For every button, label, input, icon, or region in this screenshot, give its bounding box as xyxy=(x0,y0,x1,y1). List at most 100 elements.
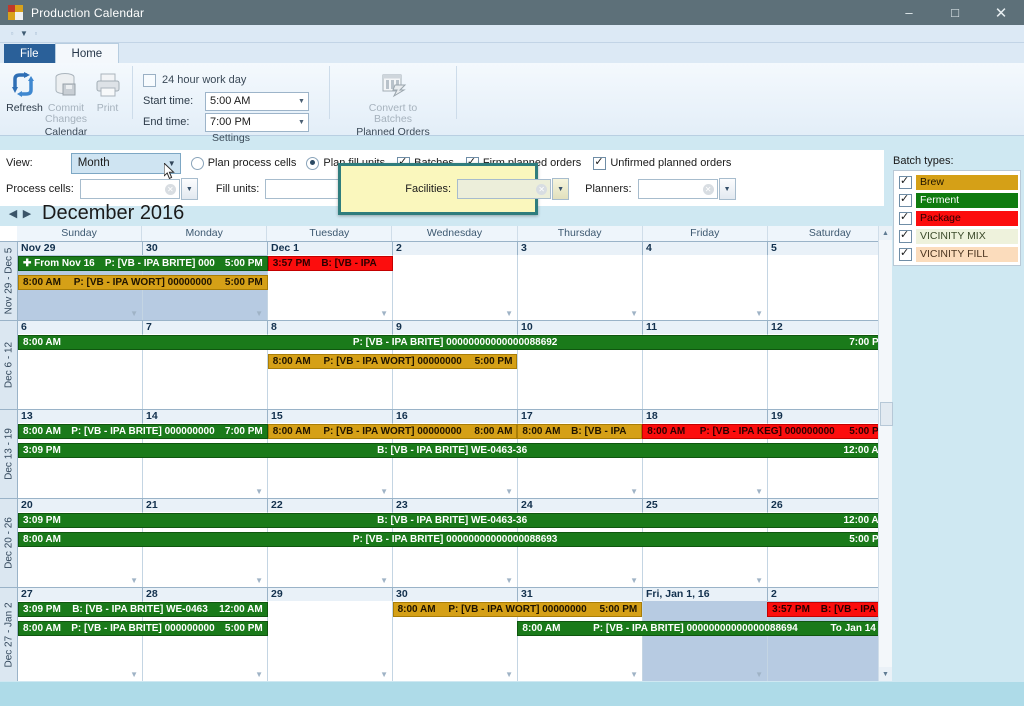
previous-month-button[interactable]: ◀ xyxy=(6,207,20,220)
day-number[interactable]: 19 xyxy=(768,410,892,423)
calendar-event-ferment[interactable]: 8:00 AMP: [VB - IPA BRITE] 0000000005:00… xyxy=(18,621,268,636)
calendar-event-ferment[interactable]: 8:00 AMP: [VB - IPA BRITE] 0000000007:00… xyxy=(18,424,268,439)
tab-home[interactable]: Home xyxy=(55,43,120,63)
more-events-icon[interactable]: ▼ xyxy=(505,309,513,318)
day-number[interactable]: 9 xyxy=(393,321,518,334)
process-cells-input[interactable]: ✕ xyxy=(80,179,180,199)
more-events-icon[interactable]: ▼ xyxy=(505,487,513,496)
day-number[interactable]: 13 xyxy=(18,410,143,423)
more-events-icon[interactable]: ▼ xyxy=(755,309,763,318)
scroll-down-button[interactable]: ▼ xyxy=(879,667,892,681)
batch-type-row-vicinity-mix[interactable]: VICINITY MIX xyxy=(896,228,1018,244)
day-number[interactable]: 26 xyxy=(768,499,892,512)
day-number[interactable]: Nov 29 xyxy=(18,242,143,255)
tab-file[interactable]: File xyxy=(4,44,55,63)
refresh-button[interactable]: Refresh xyxy=(4,66,45,114)
next-month-button[interactable]: ▶ xyxy=(20,207,34,220)
day-number[interactable]: 20 xyxy=(18,499,143,512)
day-number[interactable]: 4 xyxy=(643,242,768,255)
day-number[interactable]: 15 xyxy=(268,410,393,423)
more-events-icon[interactable]: ▼ xyxy=(255,576,263,585)
calendar-event-ferment[interactable]: 8:00 AMP: [VB - IPA BRITE] 0000000000000… xyxy=(517,621,892,636)
calendar-event-brew[interactable]: 8:00 AMP: [VB - IPA WORT] 000000005:00 P… xyxy=(393,602,643,617)
end-time-combo[interactable]: 7:00 PM ▼ xyxy=(205,113,309,132)
calendar-event-ferment[interactable]: 3:09 PMB: [VB - IPA BRITE] WE-046312:00 … xyxy=(18,602,268,617)
qat-dropdown-icon[interactable]: ▼ xyxy=(20,29,28,38)
calendar-event-brew[interactable]: 8:00 AMP: [VB - IPA WORT] 000000008:00 A… xyxy=(268,424,518,439)
more-events-icon[interactable]: ▼ xyxy=(630,487,638,496)
more-events-icon[interactable]: ▼ xyxy=(755,576,763,585)
calendar-event-brew[interactable]: 8:00 AMP: [VB - IPA WORT] 000000005:00 P… xyxy=(18,275,268,290)
day-number[interactable]: 30 xyxy=(143,242,268,255)
planners-dropdown-icon[interactable]: ▼ xyxy=(719,178,736,200)
day-number[interactable]: 8 xyxy=(268,321,393,334)
day-cell[interactable]: ▼ xyxy=(268,601,393,681)
clear-icon[interactable]: ✕ xyxy=(536,184,547,195)
more-events-icon[interactable]: ▼ xyxy=(255,309,263,318)
day-number[interactable]: Fri, Jan 1, 16 xyxy=(643,588,768,601)
calendar-event-ferment[interactable]: 8:00 AMP: [VB - IPA BRITE] 0000000000000… xyxy=(18,532,892,547)
day-number[interactable]: 18 xyxy=(643,410,768,423)
day-number[interactable]: 16 xyxy=(393,410,518,423)
convert-to-batches-button[interactable]: Convert to Batches xyxy=(357,66,429,125)
facilities-dropdown-icon[interactable]: ▼ xyxy=(552,178,569,200)
day-number[interactable]: 3 xyxy=(518,242,643,255)
checkbox-brew[interactable] xyxy=(899,176,912,189)
checkbox-ferment[interactable] xyxy=(899,194,912,207)
process-cells-dropdown-icon[interactable]: ▼ xyxy=(181,178,198,200)
close-button[interactable]: ✕ xyxy=(978,0,1024,25)
day-number[interactable]: 28 xyxy=(143,588,268,601)
day-number[interactable]: 11 xyxy=(643,321,768,334)
calendar-event-ferment[interactable]: 8:00 AMP: [VB - IPA BRITE] 0000000000000… xyxy=(18,335,892,350)
day-number[interactable]: 31 xyxy=(518,588,643,601)
more-events-icon[interactable]: ▼ xyxy=(630,576,638,585)
clear-icon[interactable]: ✕ xyxy=(703,184,714,195)
day-number[interactable]: 6 xyxy=(18,321,143,334)
day-number[interactable]: 17 xyxy=(518,410,643,423)
day-cell[interactable]: ▼ xyxy=(393,255,518,320)
calendar-event-package[interactable]: 3:57 PMB: [VB - IPA xyxy=(268,256,393,271)
day-number[interactable]: 10 xyxy=(518,321,643,334)
day-number[interactable]: 29 xyxy=(268,588,393,601)
more-events-icon[interactable]: ▼ xyxy=(755,487,763,496)
calendar-event-ferment[interactable]: 3:09 PMB: [VB - IPA BRITE] WE-0463-3612:… xyxy=(18,443,892,458)
more-events-icon[interactable]: ▼ xyxy=(380,309,388,318)
day-number[interactable]: 24 xyxy=(518,499,643,512)
checkbox-unfirmed-planned-orders[interactable] xyxy=(593,157,606,170)
batch-type-row-ferment[interactable]: Ferment xyxy=(896,192,1018,208)
batch-type-row-brew[interactable]: Brew xyxy=(896,174,1018,190)
calendar-scrollbar[interactable]: ▲ ▼ xyxy=(878,226,892,681)
batch-type-row-vicinity-fill[interactable]: VICINITY FILL xyxy=(896,246,1018,262)
more-events-icon[interactable]: ▼ xyxy=(255,487,263,496)
more-events-icon[interactable]: ▼ xyxy=(380,487,388,496)
more-events-icon[interactable]: ▼ xyxy=(755,670,763,679)
day-number[interactable]: 14 xyxy=(143,410,268,423)
more-events-icon[interactable]: ▼ xyxy=(130,576,138,585)
qat-slot-1-icon[interactable]: ▫ xyxy=(6,28,18,40)
day-number[interactable]: Dec 1 xyxy=(268,242,393,255)
more-events-icon[interactable]: ▼ xyxy=(380,670,388,679)
qat-slot-2-icon[interactable]: ▫ xyxy=(30,28,42,40)
batch-type-row-package[interactable]: Package xyxy=(896,210,1018,226)
day-number[interactable]: 2 xyxy=(768,588,892,601)
scroll-up-button[interactable]: ▲ xyxy=(879,226,892,240)
more-events-icon[interactable]: ▼ xyxy=(130,309,138,318)
day-number[interactable]: 7 xyxy=(143,321,268,334)
radio-plan-process-cells[interactable] xyxy=(191,157,204,170)
clear-icon[interactable]: ✕ xyxy=(165,184,176,195)
24hour-checkbox[interactable] xyxy=(143,74,156,87)
day-number[interactable]: 23 xyxy=(393,499,518,512)
day-cell[interactable]: ▼ xyxy=(518,255,643,320)
checkbox-vicinity-mix[interactable] xyxy=(899,230,912,243)
calendar-event-package[interactable]: 3:57 PMB: [VB - IPA xyxy=(767,602,892,617)
calendar-event-package[interactable]: 8:00 AMP: [VB - IPA KEG] 0000000005:00 P… xyxy=(642,424,892,439)
day-cell[interactable]: ▼ xyxy=(768,255,892,320)
day-number[interactable]: 30 xyxy=(393,588,518,601)
facilities-input[interactable]: ✕ xyxy=(457,179,551,199)
more-events-icon[interactable]: ▼ xyxy=(255,670,263,679)
day-number[interactable]: 12 xyxy=(768,321,892,334)
more-events-icon[interactable]: ▼ xyxy=(380,576,388,585)
day-number[interactable]: 5 xyxy=(768,242,892,255)
day-cell[interactable]: ▼ xyxy=(643,255,768,320)
calendar-event-brew[interactable]: 8:00 AMP: [VB - IPA WORT] 000000005:00 P… xyxy=(268,354,518,369)
